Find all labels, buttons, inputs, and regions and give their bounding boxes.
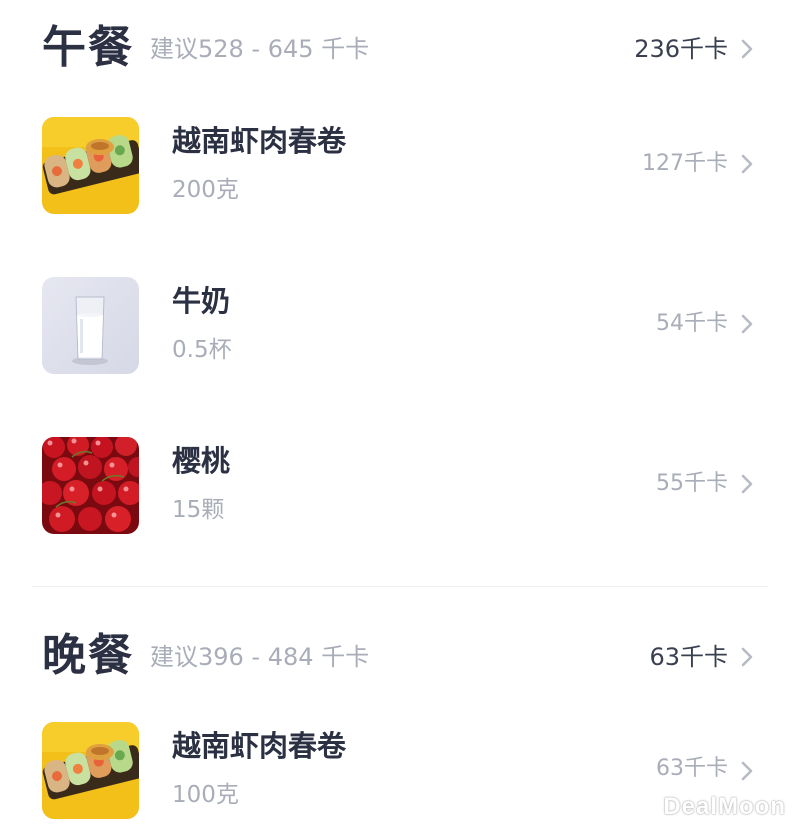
food-kcal: 54千卡 (656, 311, 728, 336)
food-amount: 0.5杯 (172, 337, 232, 363)
chevron-right-icon[interactable] (736, 313, 758, 335)
food-amount: 100克 (172, 782, 239, 808)
food-item-cherries[interactable]: 樱桃 15颗 55千卡 (0, 437, 800, 537)
meal-title: 午餐 (42, 22, 134, 73)
meal-total-kcal: 63千卡 (649, 643, 728, 671)
milk-image (42, 277, 139, 374)
chevron-right-icon[interactable] (736, 153, 758, 175)
meal-total-kcal: 236千卡 (634, 35, 728, 63)
chevron-right-icon[interactable] (736, 473, 758, 495)
spring-roll-image (42, 722, 139, 819)
food-kcal: 55千卡 (656, 471, 728, 496)
food-amount: 200克 (172, 177, 239, 203)
spring-roll-image (42, 117, 139, 214)
food-kcal: 63千卡 (656, 756, 728, 781)
lunch-header[interactable]: 午餐 建议528 - 645 千卡 236千卡 (0, 18, 800, 78)
chevron-right-icon[interactable] (736, 646, 758, 668)
section-divider (32, 586, 768, 587)
meal-title: 晚餐 (42, 630, 134, 681)
cherries-image (42, 437, 139, 534)
food-kcal: 127千卡 (642, 151, 728, 176)
chevron-right-icon[interactable] (736, 38, 758, 60)
meal-suggestion: 建议396 - 484 千卡 (150, 643, 370, 671)
chevron-right-icon[interactable] (736, 760, 758, 782)
food-name: 樱桃 (172, 444, 231, 478)
food-item-spring-roll[interactable]: 越南虾肉春卷 200克 127千卡 (0, 117, 800, 217)
food-amount: 15颗 (172, 497, 225, 523)
meal-suggestion: 建议528 - 645 千卡 (150, 35, 370, 63)
food-item-milk[interactable]: 牛奶 0.5杯 54千卡 (0, 277, 800, 377)
watermark-logo: DealMoon (663, 793, 786, 820)
food-name: 牛奶 (172, 284, 231, 318)
food-name: 越南虾肉春卷 (172, 124, 347, 158)
food-name: 越南虾肉春卷 (172, 729, 347, 763)
dinner-header[interactable]: 晚餐 建议396 - 484 千卡 63千卡 (0, 626, 800, 686)
